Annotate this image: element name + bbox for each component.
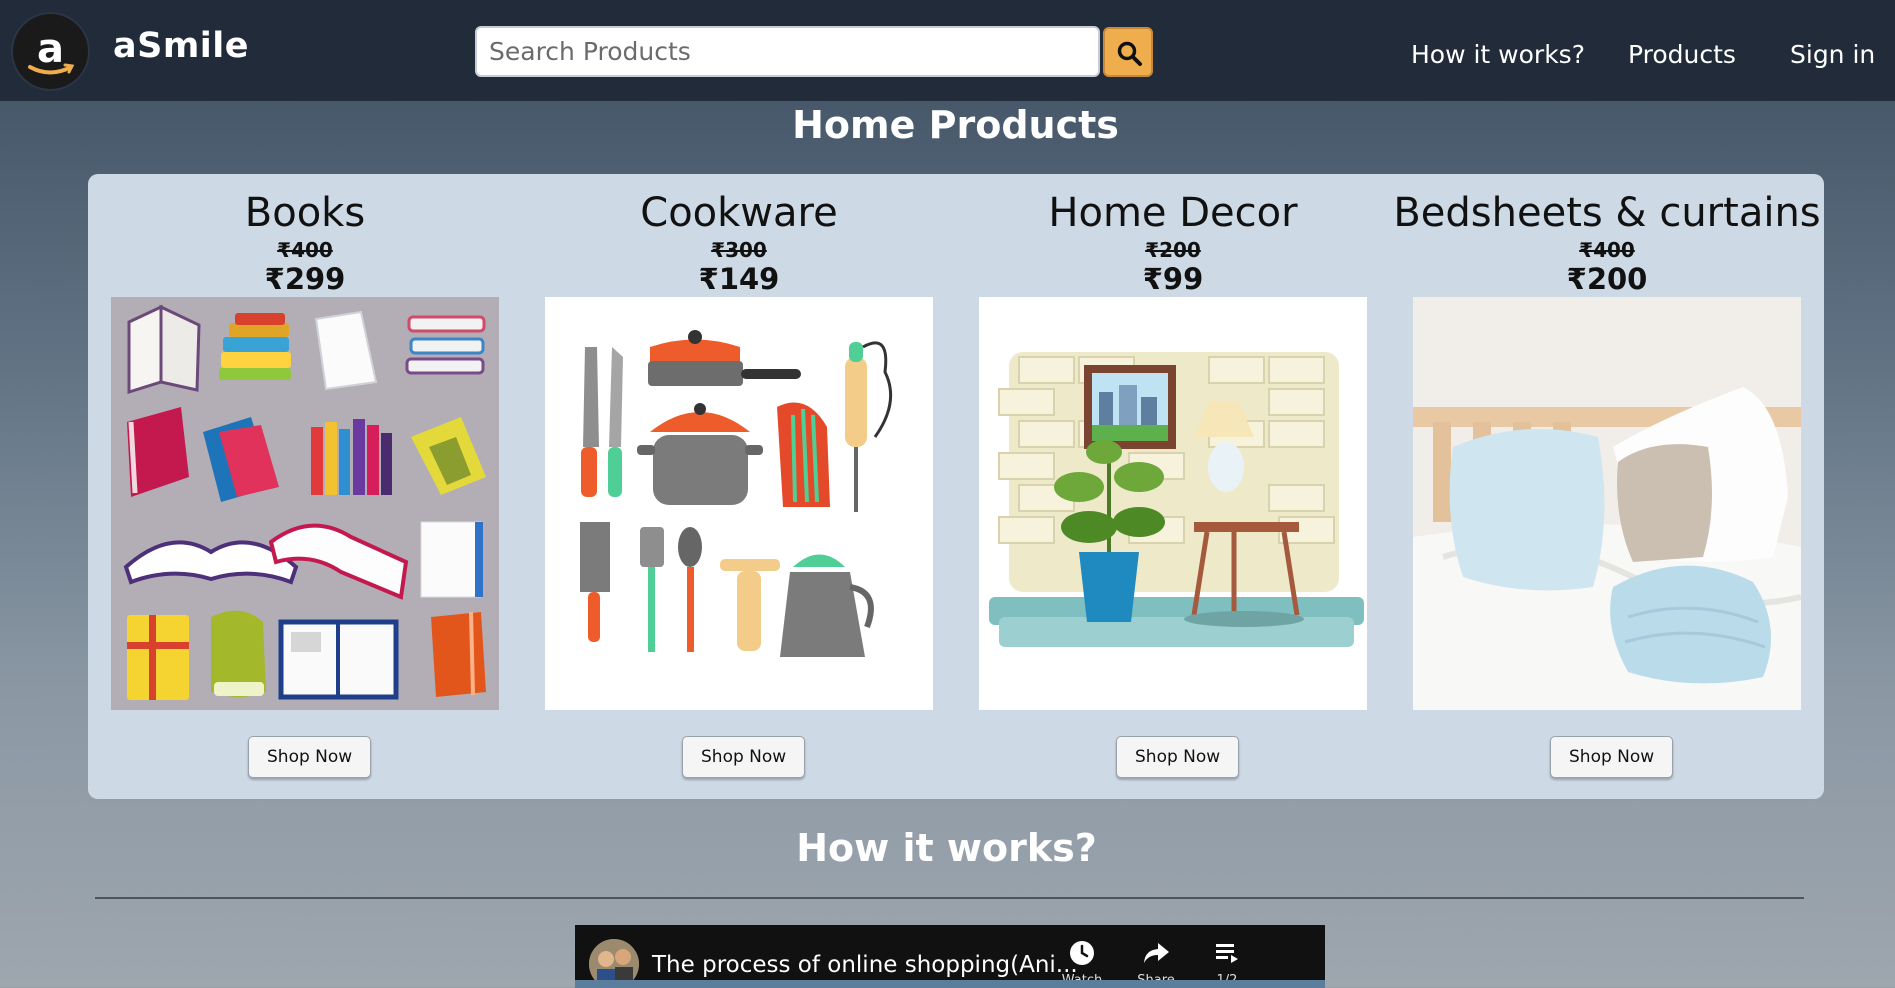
price: ₹99: [1142, 262, 1204, 296]
product-card-cookware: Cookware ₹300 ₹149 Shop Now: [545, 174, 933, 799]
card-title: Books: [244, 190, 366, 236]
old-price: ₹300: [711, 238, 767, 262]
playlist-icon: [1216, 944, 1238, 963]
video-title[interactable]: The process of online shopping(Ani...: [652, 952, 1078, 978]
products-panel: Books ₹400 ₹299 Shop Now Cookware ₹300 ₹…: [88, 174, 1824, 799]
nav-sign-in[interactable]: Sign in: [1790, 40, 1875, 69]
price: ₹299: [264, 262, 346, 296]
nav-how-it-works[interactable]: How it works?: [1411, 40, 1585, 69]
divider: [95, 897, 1804, 899]
video-player[interactable]: The process of online shopping(Ani... Wa…: [575, 925, 1325, 988]
product-card-books: Books ₹400 ₹299 Shop Now: [111, 174, 499, 799]
product-card-home-decor: Home Decor ₹200 ₹99 Shop Now: [979, 174, 1367, 799]
video-progress-bar: [575, 980, 1325, 988]
cookware-illustration[interactable]: [545, 297, 933, 710]
navbar: a aSmile How it works? Products Sign in: [0, 0, 1895, 101]
how-it-works-heading: How it works?: [796, 826, 1097, 870]
clock-icon: [1070, 941, 1094, 965]
shop-now-button[interactable]: Shop Now: [248, 736, 372, 778]
card-title: Cookware: [640, 190, 838, 236]
old-price: ₹400: [1579, 238, 1635, 262]
search-input[interactable]: [475, 26, 1100, 77]
share-icon: [1144, 943, 1169, 963]
shop-now-button[interactable]: Shop Now: [682, 736, 806, 778]
card-title: Bedsheets & curtains: [1393, 190, 1821, 236]
old-price: ₹400: [277, 238, 333, 262]
shop-now-button[interactable]: Shop Now: [1550, 736, 1674, 778]
product-card-bedsheets-curtains: Bedsheets & curtains ₹400 ₹200 Shop Now: [1393, 174, 1821, 799]
shop-now-button[interactable]: Shop Now: [1116, 736, 1240, 778]
books-illustration[interactable]: [111, 297, 499, 710]
price: ₹149: [698, 262, 780, 296]
bedsheets-photo[interactable]: [1413, 297, 1801, 710]
old-price: ₹200: [1145, 238, 1201, 262]
home-products-heading: Home Products: [792, 103, 1119, 147]
brand-name[interactable]: aSmile: [113, 26, 249, 66]
card-title: Home Decor: [1048, 190, 1298, 236]
nav-products[interactable]: Products: [1628, 40, 1736, 69]
home-decor-illustration[interactable]: [979, 297, 1367, 710]
amazon-logo-icon[interactable]: a: [13, 14, 88, 89]
search-button[interactable]: [1103, 27, 1153, 77]
price: ₹200: [1566, 262, 1648, 296]
svg-text:a: a: [37, 26, 64, 72]
search-icon: [1117, 41, 1142, 66]
